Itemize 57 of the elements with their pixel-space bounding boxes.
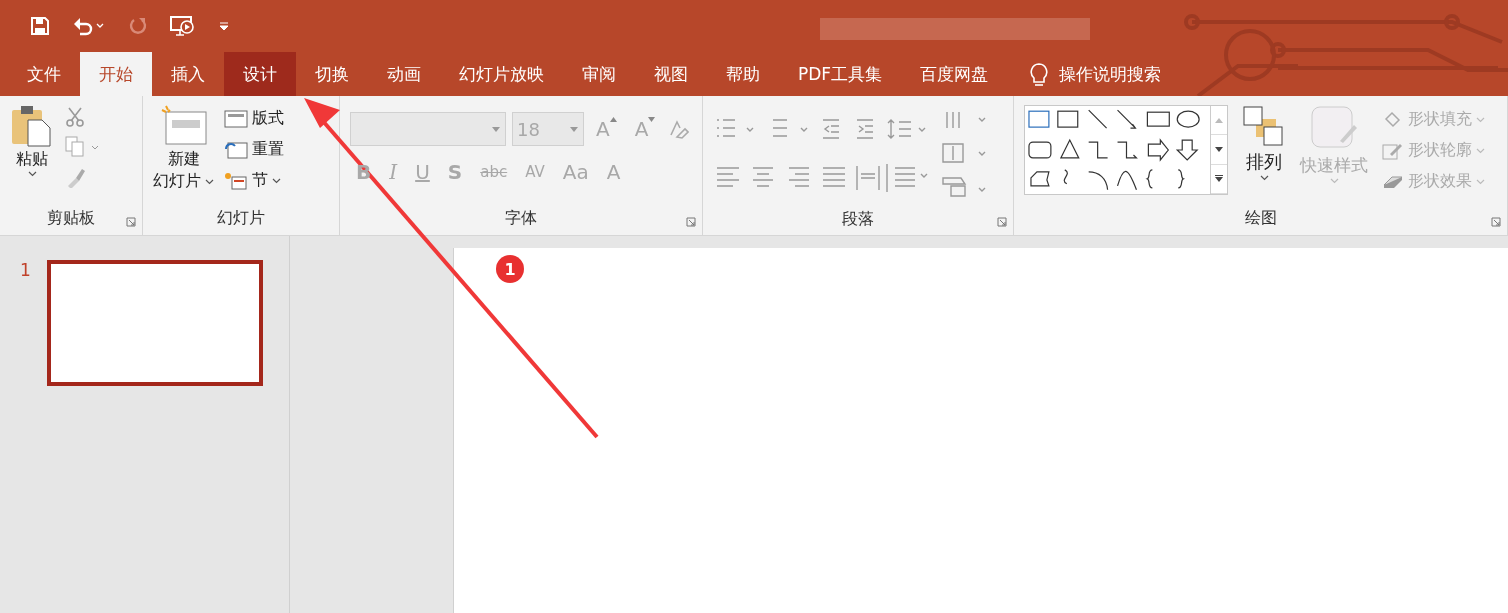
group-label: 幻灯片: [217, 207, 265, 229]
arrange-button[interactable]: 排列: [1242, 105, 1286, 205]
paste-button[interactable]: 粘贴: [10, 104, 54, 205]
lightbulb-icon: [1029, 62, 1050, 88]
reset-icon: [224, 140, 248, 159]
dropdown-arrow-icon: [492, 126, 500, 132]
layout-icon: [224, 109, 248, 128]
chevron-icon: [1476, 178, 1485, 185]
ribbon-tab[interactable]: 幻灯片放映: [440, 52, 563, 96]
clipboard-icon: [10, 104, 54, 148]
chevron-icon: [1259, 175, 1269, 181]
ribbon-tab[interactable]: 文件: [8, 52, 80, 96]
ribbon-tab[interactable]: 审阅: [563, 52, 635, 96]
more-icon[interactable]: [1215, 175, 1224, 183]
ribbon-tab[interactable]: 百度网盘: [901, 52, 1008, 96]
new-slide-icon: [159, 104, 208, 148]
group-label: 绘图: [1244, 207, 1277, 229]
group-label: 段落: [842, 208, 874, 230]
group-label: 剪贴板: [47, 207, 95, 229]
chevron-icon: [27, 171, 37, 177]
ribbon-tab[interactable]: 设计: [224, 52, 296, 96]
up-triangle-icon: [609, 117, 617, 122]
slide-thumbnail[interactable]: [46, 260, 263, 386]
scroll-down-icon[interactable]: [1215, 147, 1224, 152]
scissors-icon[interactable]: [64, 106, 86, 128]
section-button[interactable]: 节: [224, 168, 284, 193]
ribbon-tab[interactable]: 视图: [635, 52, 707, 96]
ribbon-tab[interactable]: 切换: [296, 52, 368, 96]
chevron-icon: [1476, 116, 1485, 123]
section-icon: [224, 171, 248, 190]
ribbon-tab[interactable]: 插入: [152, 52, 224, 96]
customize-icon[interactable]: [218, 20, 230, 32]
dialog-launcher-icon[interactable]: [997, 217, 1007, 227]
chevron-icon: [272, 177, 281, 184]
ribbon-tab[interactable]: 动画: [368, 52, 440, 96]
down-triangle-icon: [648, 117, 656, 122]
dropdown-arrow-icon: [570, 126, 578, 132]
group-label: 字体: [505, 207, 537, 229]
slideshow-icon[interactable]: [170, 15, 196, 37]
ribbon-tab[interactable]: 开始: [80, 52, 152, 96]
pencil-icon: [1382, 141, 1404, 160]
undo-icon[interactable]: [72, 16, 106, 36]
chevron-icon: [1476, 147, 1485, 154]
arrange-icon: [1242, 105, 1286, 149]
dialog-launcher-icon[interactable]: [126, 217, 136, 227]
slide-number: 1: [20, 260, 31, 282]
layout-button[interactable]: 版式: [224, 106, 284, 131]
reset-button[interactable]: 重置: [224, 137, 284, 162]
chevron-icon: [205, 178, 214, 185]
tell-me-search[interactable]: 操作说明搜索: [1059, 52, 1162, 96]
redo-icon[interactable]: [128, 16, 148, 36]
new-slide-button[interactable]: 新建 幻灯片: [153, 104, 214, 205]
chevron-icon: [1329, 178, 1339, 184]
save-icon[interactable]: [30, 16, 50, 36]
ribbon-tab[interactable]: PDF工具集: [779, 52, 902, 96]
ribbon-tab[interactable]: 帮助: [707, 52, 779, 96]
dialog-launcher-icon[interactable]: [1491, 217, 1501, 227]
